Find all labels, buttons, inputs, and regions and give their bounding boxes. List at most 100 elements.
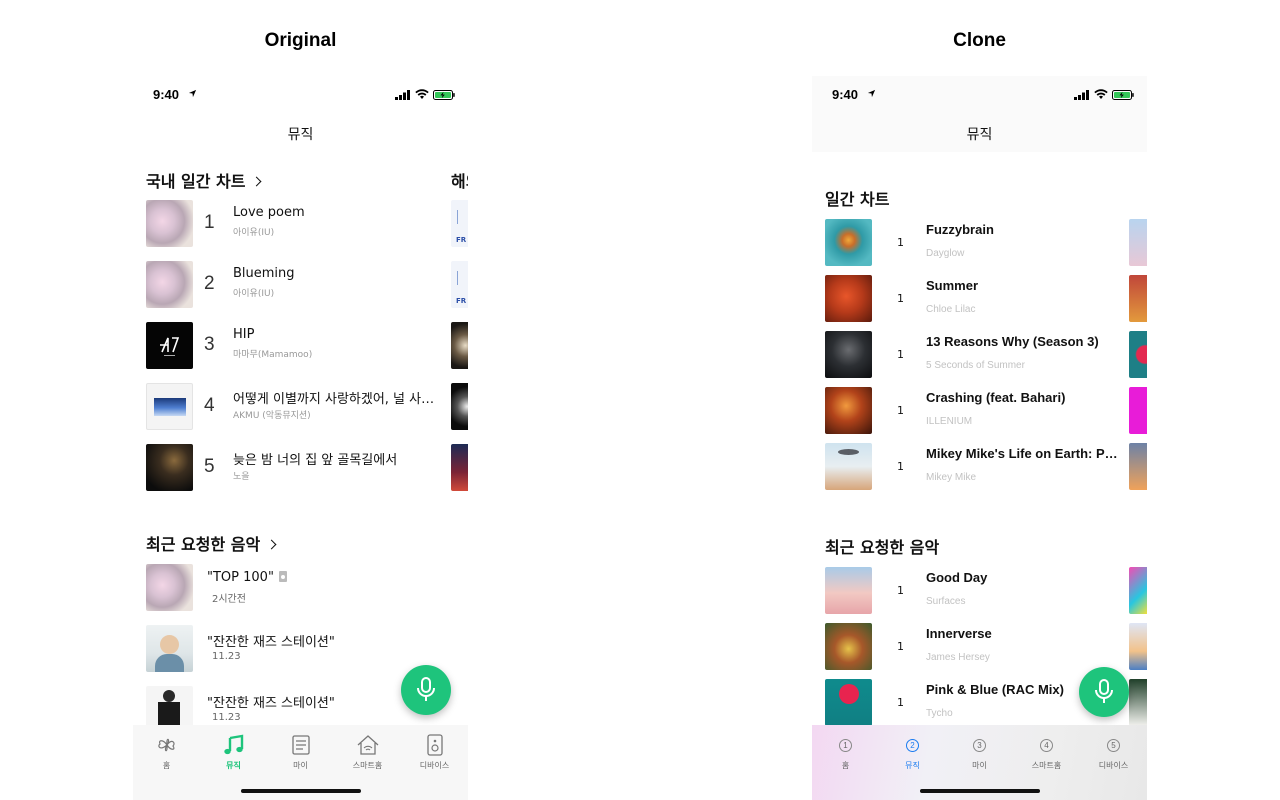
tab-label: 디바이스 [419, 761, 450, 770]
recent-title: "잔잔한 재즈 스테이션" [207, 635, 335, 650]
recent-time: 11.23 [212, 651, 241, 662]
peek-album-art [1129, 679, 1147, 726]
chart-row[interactable]: 1 Fuzzybrain Dayglow [825, 219, 1125, 267]
chart-row[interactable]: 2 Blueming 아이유(IU) [146, 261, 446, 309]
tab-home[interactable]: 1 홈 [812, 733, 879, 771]
track-artist: 아이유(IU) [233, 289, 275, 299]
album-art [146, 383, 193, 430]
tab-smarthome[interactable]: 스마트홈 [334, 733, 401, 771]
peek-album-art [1129, 623, 1147, 670]
track-title: Blueming [233, 266, 295, 281]
album-art [146, 200, 193, 247]
rank-number: 1 [897, 292, 904, 305]
track-title: 13 Reasons Why (Season 3) [926, 334, 1099, 349]
tab-device[interactable]: 디바이스 [401, 733, 468, 771]
status-time: 9:40 [832, 87, 859, 102]
location-arrow-icon [867, 89, 876, 98]
rank-number: 1 [897, 404, 904, 417]
rank-number: 1 [897, 348, 904, 361]
peek-album-art [451, 322, 468, 369]
recent-row[interactable]: "잔잔한 재즈 스테이션" 11.23 [146, 625, 446, 673]
tab-label: 마이 [972, 761, 987, 770]
tab-label: 뮤직 [226, 761, 241, 770]
home-indicator [241, 789, 361, 793]
chart-row[interactable]: 1 Summer Chloe Lilac [825, 275, 1125, 323]
chart-row[interactable]: 1 13 Reasons Why (Season 3) 5 Seconds of… [825, 331, 1125, 379]
track-title: HIP [233, 327, 255, 342]
tab-label: 뮤직 [905, 761, 920, 770]
status-bar: 9:40 [133, 86, 468, 104]
rank-number: 1 [897, 236, 904, 249]
tab-bar: 1 홈 2 뮤직 3 마이 4 스마트홈 5 디바이스 [812, 725, 1147, 800]
circled-number-icon: 4 [1040, 738, 1053, 752]
tab-my[interactable]: 3 마이 [946, 733, 1013, 771]
recent-row[interactable]: "TOP 100" 2시간전 [146, 564, 446, 612]
track-title: Mikey Mike's Life on Earth: Part 1 [926, 446, 1121, 461]
track-artist: Chloe Lilac [926, 304, 976, 315]
track-title: Love poem [233, 205, 305, 220]
tab-label: 스마트홈 [352, 761, 383, 770]
tab-bar: 홈 뮤직 마이 스마트홈 디바이스 [133, 725, 468, 800]
album-art [825, 387, 872, 434]
album-art [146, 564, 193, 611]
music-note-icon [223, 734, 243, 755]
cell-signal-icon [395, 90, 410, 100]
wifi-icon [1094, 89, 1108, 99]
clover-icon [157, 738, 175, 752]
track-artist: James Hersey [926, 652, 990, 663]
tab-home[interactable]: 홈 [133, 733, 200, 771]
recent-section-header[interactable]: 최근 요청한 음악 [146, 531, 277, 555]
peek-album-art [1129, 567, 1147, 614]
page-title: 뮤직 [966, 127, 993, 143]
chart-row[interactable]: 4 어떻게 이별까지 사랑하겠어, 널 사랑하는 거지 AKMU (악동뮤지션) [146, 383, 446, 431]
rank-number: 1 [204, 212, 215, 233]
speaker-icon [278, 571, 287, 582]
rank-number: 3 [204, 334, 215, 355]
peek-album-art: FR [451, 261, 468, 308]
track-artist: Dayglow [926, 248, 965, 259]
track-title: Fuzzybrain [926, 222, 994, 237]
chart-row[interactable]: 1 Love poem 아이유(IU) [146, 200, 446, 248]
album-art [146, 261, 193, 308]
recent-title: "잔잔한 재즈 스테이션" [207, 696, 335, 711]
voice-mic-button[interactable] [401, 665, 451, 715]
recent-row[interactable]: 1 Good Day Surfaces [825, 567, 1125, 615]
chart-section-header[interactable]: 국내 일간 차트 [146, 168, 262, 192]
tab-music[interactable]: 2 뮤직 [879, 733, 946, 771]
rank-number: 1 [897, 460, 904, 473]
home-indicator [920, 789, 1040, 793]
tab-music[interactable]: 뮤직 [200, 733, 267, 771]
album-art [825, 275, 872, 322]
chart-row[interactable]: 3 HIP 마마무(Mamamoo) [146, 322, 446, 370]
tab-label: 스마트홈 [1031, 761, 1062, 770]
track-artist: Mikey Mike [926, 472, 977, 483]
recent-title: "TOP 100" [207, 570, 287, 585]
chart-row[interactable]: 1 Mikey Mike's Life on Earth: Part 1 Mik… [825, 443, 1125, 491]
status-bar: 9:40 [812, 86, 1147, 104]
tab-label: 홈 [162, 761, 171, 770]
tab-label: 디바이스 [1098, 761, 1129, 770]
album-art [825, 679, 872, 726]
chart-row[interactable]: 5 늦은 밤 너의 집 앞 골목길에서 노을 [146, 444, 446, 492]
rank-number: 2 [204, 273, 215, 294]
rank-number: 1 [897, 696, 904, 709]
tab-my[interactable]: 마이 [267, 733, 334, 771]
track-title: 늦은 밤 너의 집 앞 골목길에서 [233, 453, 398, 468]
track-title: 어떻게 이별까지 사랑하겠어, 널 사랑하는 거지 [233, 392, 439, 407]
circled-number-icon: 2 [906, 738, 919, 752]
document-icon [291, 735, 310, 755]
recent-row[interactable]: 1 Innerverse James Hersey [825, 623, 1125, 671]
voice-mic-button[interactable] [1079, 667, 1129, 717]
tab-device[interactable]: 5 디바이스 [1080, 733, 1147, 771]
rank-number: 1 [897, 640, 904, 653]
smart-home-icon [357, 735, 378, 755]
rank-number: 5 [204, 456, 215, 477]
tab-smarthome[interactable]: 4 스마트홈 [1013, 733, 1080, 771]
location-arrow-icon [188, 89, 197, 98]
album-art [825, 623, 872, 670]
album-art [825, 331, 872, 378]
wifi-icon [415, 89, 429, 99]
overseas-chart-header-peek[interactable]: 해외 [451, 168, 468, 192]
chart-row[interactable]: 1 Crashing (feat. Bahari) ILLENIUM [825, 387, 1125, 435]
track-artist: Tycho [926, 708, 953, 719]
